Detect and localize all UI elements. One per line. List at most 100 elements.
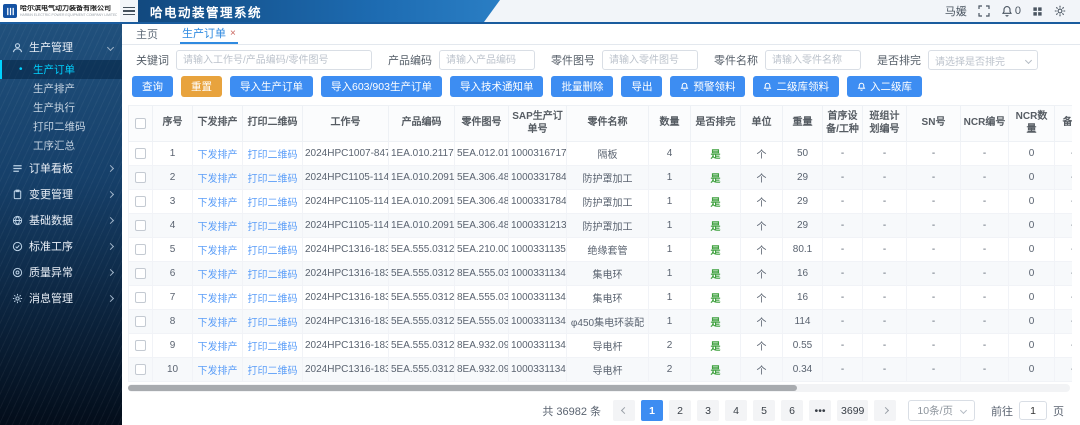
page-button-5[interactable]: 5 — [753, 400, 775, 421]
cell-value: - — [932, 220, 935, 231]
dispatch-link[interactable]: 下发排产 — [198, 174, 238, 185]
cell-ncr_no: - — [961, 262, 1009, 286]
dispatch-link[interactable]: 下发排产 — [198, 318, 238, 329]
table-row: 6下发排产打印二维码2024HPC1316-1833-25EA.555.0312… — [129, 262, 1073, 286]
dispatch-link[interactable]: 下发排产 — [198, 246, 238, 257]
sidebar-item-change-management[interactable]: 变更管理 — [0, 181, 122, 207]
horizontal-scrollbar[interactable] — [128, 384, 1070, 392]
sidebar-item-basic-data[interactable]: 基础数据 — [0, 207, 122, 233]
sidebar-item-standard-process[interactable]: 标准工序 — [0, 233, 122, 259]
dispatch-link[interactable]: 下发排产 — [198, 366, 238, 377]
next-page-button[interactable] — [874, 400, 896, 421]
apps-grid-icon[interactable] — [1032, 6, 1043, 17]
part-drawing-no-input[interactable] — [602, 50, 698, 70]
print-qr-link[interactable]: 打印二维码 — [248, 294, 298, 305]
product-code-input[interactable] — [439, 50, 535, 70]
cell-scheduled: 是 — [691, 166, 741, 190]
page-button-4[interactable]: 4 — [725, 400, 747, 421]
print-qr-link[interactable]: 打印二维码 — [248, 366, 298, 377]
company-name-block: 哈尔滨电气动力装备有限公司 HARBIN ELECTRIC POWER EQUI… — [20, 5, 117, 17]
print-qr-link[interactable]: 打印二维码 — [248, 198, 298, 209]
print-qr-link[interactable]: 打印二维码 — [248, 150, 298, 161]
row-checkbox[interactable] — [135, 148, 146, 159]
tab-production-orders[interactable]: 生产订单 × — [180, 24, 238, 44]
row-checkbox[interactable] — [135, 316, 146, 327]
user-name[interactable]: 马媛 — [945, 3, 967, 19]
sidebar-subitem-process-summary[interactable]: 工序汇总 — [0, 136, 122, 155]
row-checkbox[interactable] — [135, 364, 146, 375]
print-qr-link[interactable]: 打印二维码 — [248, 270, 298, 281]
fullscreen-icon[interactable] — [978, 5, 990, 17]
print-qr-link[interactable]: 打印二维码 — [248, 342, 298, 353]
print-qr-link[interactable]: 打印二维码 — [248, 318, 298, 329]
tab-home[interactable]: 主页 — [134, 24, 160, 44]
cell-work_no: 2024HPC1105-1147-1 — [303, 214, 389, 238]
row-checkbox[interactable] — [135, 340, 146, 351]
company-name-en: HARBIN ELECTRIC POWER EQUIPMENT COMPANY … — [20, 13, 102, 17]
sidebar-item-quality-anomaly[interactable]: 质量异常 — [0, 259, 122, 285]
sidebar-item-message-management[interactable]: 消息管理 — [0, 285, 122, 311]
scheduled-complete-select[interactable]: 请选择是否排完 — [928, 50, 1038, 70]
row-checkbox[interactable] — [135, 196, 146, 207]
page-button-3[interactable]: 3 — [697, 400, 719, 421]
row-checkbox[interactable] — [135, 292, 146, 303]
sidebar-subitem-print-qrcode[interactable]: 打印二维码 — [0, 117, 122, 136]
page-button-1[interactable]: 1 — [641, 400, 663, 421]
tab-close-icon[interactable]: × — [230, 28, 236, 39]
search-button[interactable]: 查询 — [132, 76, 173, 97]
cell-weight: 50 — [783, 142, 823, 166]
row-checkbox[interactable] — [135, 172, 146, 183]
sidebar-subitem-production-scheduling[interactable]: 生产排产 — [0, 79, 122, 98]
cell-value: 个 — [757, 198, 767, 209]
cell-print-qr-link: 打印二维码 — [243, 334, 303, 358]
print-qr-link[interactable]: 打印二维码 — [248, 246, 298, 257]
batch-delete-button[interactable]: 批量删除 — [551, 76, 613, 97]
sidebar-item-order-board[interactable]: 订单看板 — [0, 155, 122, 181]
export-button[interactable]: 导出 — [621, 76, 662, 97]
row-checkbox[interactable] — [135, 244, 146, 255]
print-qr-link[interactable]: 打印二维码 — [248, 222, 298, 233]
dispatch-link[interactable]: 下发排产 — [198, 198, 238, 209]
table-row: 9下发排产打印二维码2024HPC1316-1833-25EA.555.0312… — [129, 334, 1073, 358]
reset-button[interactable]: 重置 — [181, 76, 222, 97]
print-qr-link[interactable]: 打印二维码 — [248, 174, 298, 185]
cell-value: - — [841, 220, 844, 231]
goto-page-input[interactable] — [1019, 401, 1047, 420]
sidebar-collapse-icon[interactable] — [120, 0, 138, 22]
sidebar-subitem-production-orders[interactable]: 生产订单 — [0, 60, 122, 79]
notification-bell-icon[interactable]: 0 — [1001, 5, 1021, 17]
scrollbar-thumb[interactable] — [128, 385, 797, 391]
into-secondary-store-button[interactable]: 入二级库 — [847, 76, 922, 97]
import-tech-notice-button[interactable]: 导入技术通知单 — [450, 76, 544, 97]
page-size-select[interactable]: 10条/页 — [908, 400, 975, 421]
row-checkbox[interactable] — [135, 268, 146, 279]
select-all-checkbox[interactable] — [135, 118, 146, 129]
keyword-input[interactable] — [176, 50, 372, 70]
prev-page-button[interactable] — [613, 400, 635, 421]
cell-value: - — [883, 220, 886, 231]
dispatch-link[interactable]: 下发排产 — [198, 222, 238, 233]
dispatch-link[interactable]: 下发排产 — [198, 150, 238, 161]
cell-value: φ450集电环装配 — [571, 318, 644, 329]
page-button-•••[interactable]: ••• — [809, 400, 831, 421]
page-button-3699[interactable]: 3699 — [837, 400, 868, 421]
secondary-store-pick-button[interactable]: 二级库领料 — [753, 76, 839, 97]
warning-material-button[interactable]: 预警领料 — [670, 76, 745, 97]
row-checkbox[interactable] — [135, 220, 146, 231]
cell-part_name: 防护罩加工 — [567, 190, 649, 214]
sidebar-item-production-management[interactable]: 生产管理 — [0, 34, 122, 60]
dispatch-link[interactable]: 下发排产 — [198, 342, 238, 353]
dispatch-link[interactable]: 下发排产 — [198, 270, 238, 281]
settings-gear-icon[interactable] — [1054, 5, 1066, 17]
part-name-input[interactable] — [765, 50, 861, 70]
import-production-orders-button[interactable]: 导入生产订单 — [230, 76, 313, 97]
page-button-2[interactable]: 2 — [669, 400, 691, 421]
cell-weight: 16 — [783, 262, 823, 286]
import-603-903-orders-button[interactable]: 导入603/903生产订单 — [321, 76, 442, 97]
page-button-6[interactable]: 6 — [781, 400, 803, 421]
dispatch-link[interactable]: 下发排产 — [198, 294, 238, 305]
cell-checkbox — [129, 262, 153, 286]
cell-work_no: 2024HPC1316-1833-2 — [303, 358, 389, 382]
sidebar-subitem-production-execution[interactable]: 生产执行 — [0, 98, 122, 117]
cell-remark: - — [1055, 334, 1073, 358]
